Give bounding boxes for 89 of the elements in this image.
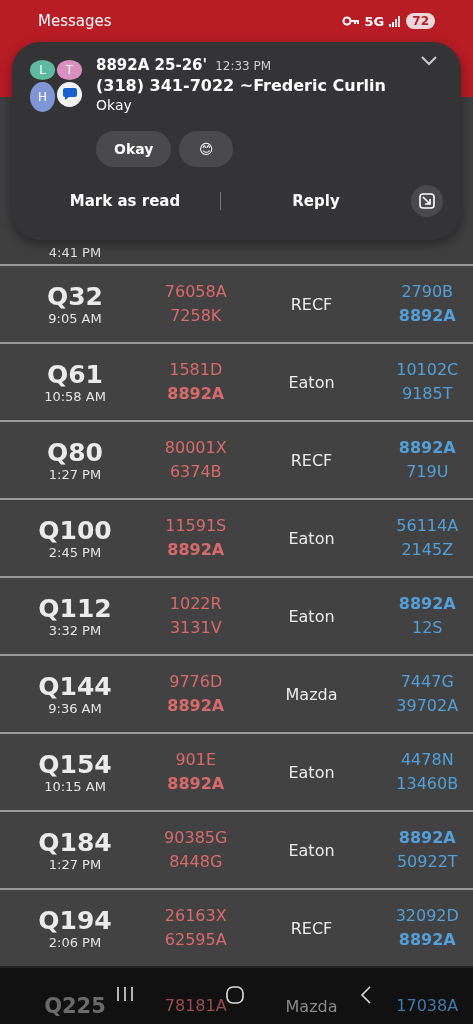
make-label: RECF [289, 450, 334, 470]
quick-reply-chip[interactable]: 😊 [179, 131, 234, 167]
part-number: 9185T [402, 383, 453, 405]
part-number: 11591S [165, 515, 227, 537]
part-number: 78181A [164, 995, 227, 1017]
battery-level: 72 [406, 13, 435, 29]
app-name: Messages [38, 12, 112, 30]
part-number: 1581D [169, 359, 223, 381]
part-number: 50922T [396, 851, 458, 873]
open-in-app-icon [418, 192, 436, 210]
part-number: 8892A [167, 773, 225, 795]
make-label: Eaton [287, 840, 336, 860]
open-app-button[interactable] [411, 185, 443, 217]
part-number: 32092D [395, 905, 459, 927]
make-label: RECF [289, 918, 334, 938]
chat-bubble-icon [61, 87, 78, 101]
part-number: 76058A [164, 281, 227, 303]
make-label: Eaton [287, 606, 336, 626]
row-time: 10:58 AM [44, 389, 106, 404]
conversation-title: 8892A 25-26' [96, 56, 208, 74]
make-label: Mazda [284, 684, 339, 704]
row-time: 4:41 PM [47, 245, 103, 262]
quick-reply-chip[interactable]: Okay [96, 131, 172, 167]
row-code: Q80 [46, 438, 103, 467]
signal-icon [389, 15, 402, 27]
part-number: 6374B [169, 461, 222, 483]
part-number: 13460B [396, 773, 459, 795]
part-number: 8892A [398, 929, 456, 951]
notification-card[interactable]: L T H 8892A 25-26' 12:33 PM (318) 341-7022 ~Frederic Curlin Okay Okay 😊 Mark as read Reply [12, 42, 461, 240]
message-text: Okay [96, 97, 133, 113]
row-time: 1:27 PM [48, 857, 102, 872]
recent-apps-icon[interactable] [116, 986, 134, 1002]
part-number: 719U [406, 461, 449, 483]
row-code: Q154 [38, 750, 112, 779]
part-number: 9776D [169, 671, 223, 693]
part-number: 80001X [164, 437, 227, 459]
make-label: Eaton [287, 762, 336, 782]
part-number: 39702A [396, 695, 459, 717]
row-time: 3:32 PM [48, 623, 102, 638]
row-code: Q100 [38, 516, 112, 545]
notification-action[interactable]: Reply [221, 191, 411, 211]
part-number: 2145Z [401, 539, 454, 561]
message-time: 12:33 PM [215, 59, 272, 73]
row-code: Q61 [46, 360, 103, 389]
part-number: 62595A [164, 929, 227, 951]
part-number: 12S [412, 617, 443, 639]
row-code: Q144 [38, 672, 112, 701]
part-number: 1022R [169, 593, 222, 615]
part-number: 8892A [398, 593, 456, 615]
row-time: 2:06 PM [48, 935, 102, 950]
part-number: 8892A [398, 305, 456, 327]
home-icon[interactable] [226, 986, 244, 1004]
part-number: 2790B [401, 281, 454, 303]
notification-action[interactable]: Mark as read [30, 191, 220, 211]
back-icon[interactable] [360, 986, 372, 1004]
part-number: 4478N [400, 749, 454, 771]
make-label: Eaton [287, 528, 336, 548]
row-code: Q32 [46, 282, 103, 311]
part-number: 17038A [396, 995, 459, 1017]
row-time: 9:36 AM [48, 701, 102, 716]
part-number: 3131V [169, 617, 222, 639]
chevron-down-icon[interactable] [421, 56, 437, 66]
part-number: 10102C [396, 359, 459, 381]
row-code: Q225 [44, 994, 106, 1018]
row-time: 1:27 PM [48, 467, 102, 482]
part-number: 90385G [164, 827, 228, 849]
part-number: 8892A [167, 695, 225, 717]
make-label: Mazda [284, 996, 339, 1016]
part-number: 8892A [167, 383, 225, 405]
part-number: 26163X [164, 905, 227, 927]
key-icon [341, 16, 360, 26]
part-number: 56114A [396, 515, 459, 537]
row-time: 2:45 PM [48, 545, 102, 560]
row-time: 10:15 AM [44, 779, 106, 794]
part-number: 7258K [170, 305, 222, 327]
make-label: Eaton [287, 372, 336, 392]
row-code: Q194 [38, 906, 112, 935]
part-number: 8892A [167, 539, 225, 561]
network-type: 5G [364, 13, 385, 29]
part-number: 901E [175, 749, 217, 771]
row-code: Q112 [38, 594, 112, 623]
part-number: 8892A [398, 827, 456, 849]
part-number: 7447G [400, 671, 454, 693]
part-number: 8448G [169, 851, 223, 873]
make-label: RECF [289, 294, 334, 314]
sender-name: (318) 341-7022 ~Frederic Curlin [96, 76, 387, 95]
row-code: Q184 [38, 828, 112, 857]
part-number: 8892A [398, 437, 456, 459]
row-time: 9:05 AM [48, 311, 102, 326]
